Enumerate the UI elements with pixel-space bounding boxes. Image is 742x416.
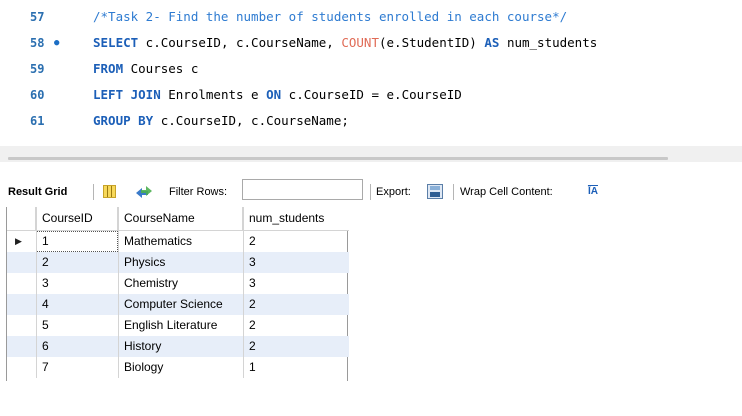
toolbar-divider: [93, 184, 94, 200]
table-cell[interactable]: 2: [42, 252, 49, 273]
table-cell[interactable]: 3: [42, 273, 49, 294]
sql-editor[interactable]: 57 /*Task 2- Find the number of students …: [0, 0, 742, 146]
line-number: 59: [30, 62, 45, 76]
column-divider: [243, 207, 244, 378]
line-number: 61: [30, 114, 45, 128]
sql-keyword: GROUP BY: [93, 113, 154, 128]
code-text: LEFT JOIN Enrolments e ON c.CourseID = e…: [93, 84, 462, 106]
code-text: /*Task 2- Find the number of students en…: [93, 6, 567, 28]
table-row[interactable]: 5 English Literature 2: [7, 315, 349, 336]
table-cell[interactable]: Computer Science: [124, 294, 223, 315]
sql-identifier: Enrolments e: [160, 87, 267, 102]
sql-comment: /*Task 2- Find the number of students en…: [93, 9, 568, 24]
focused-cell: [36, 231, 118, 252]
sql-identifier: c.CourseID = e.CourseID: [281, 87, 462, 102]
toolbar-divider: [370, 184, 371, 200]
sql-identifier: (e.StudentID): [379, 35, 485, 50]
table-cell[interactable]: English Literature: [124, 315, 217, 336]
table-cell[interactable]: Physics: [124, 252, 165, 273]
code-text: FROM Courses c: [93, 58, 198, 80]
line-number: 60: [30, 88, 45, 102]
table-cell[interactable]: 5: [42, 315, 49, 336]
result-toolbar: Result Grid Filter Rows: Export: Wrap Ce…: [0, 180, 742, 204]
table-cell[interactable]: 6: [42, 336, 49, 357]
table-cell[interactable]: 2: [249, 336, 256, 357]
table-row[interactable]: 2 Physics 3: [7, 252, 349, 273]
result-grid-tab[interactable]: Result Grid: [8, 180, 67, 204]
grid-layout-icon[interactable]: [103, 185, 116, 198]
table-cell[interactable]: 7: [42, 357, 49, 378]
sql-keyword: AS: [484, 35, 500, 50]
refresh-filter-icon[interactable]: [133, 184, 155, 200]
wrap-cell-icon[interactable]: ĪA: [588, 180, 598, 204]
table-row[interactable]: 3 Chemistry 3: [7, 273, 349, 294]
table-cell[interactable]: Biology: [124, 357, 163, 378]
table-cell[interactable]: Mathematics: [124, 231, 192, 252]
export-label: Export:: [376, 186, 411, 198]
row-pointer-icon: ▶: [15, 236, 22, 246]
grid-header: CourseID CourseName num_students: [7, 207, 349, 230]
line-number: 57: [30, 10, 45, 24]
table-cell[interactable]: 3: [249, 273, 256, 294]
table-cell[interactable]: History: [124, 336, 161, 357]
sql-identifier: c.CourseID, c.CourseName;: [153, 113, 349, 128]
table-row[interactable]: 4 Computer Science 2: [7, 294, 349, 315]
sql-identifier: c.CourseID, c.CourseName,: [138, 35, 342, 50]
table-cell[interactable]: Chemistry: [124, 273, 178, 294]
table-row[interactable]: 7 Biology 1: [7, 357, 349, 378]
sql-function: COUNT: [341, 35, 379, 50]
line-number: 58: [30, 36, 45, 50]
table-cell[interactable]: 2: [249, 294, 256, 315]
table-cell[interactable]: 3: [249, 252, 256, 273]
code-text: GROUP BY c.CourseID, c.CourseName;: [93, 110, 349, 132]
editor-scrollbar-thumb[interactable]: [8, 157, 668, 160]
filter-rows-input[interactable]: [242, 179, 363, 200]
result-grid-label: Result Grid: [8, 186, 68, 198]
code-text: SELECT c.CourseID, c.CourseName, COUNT(e…: [93, 32, 597, 54]
column-header[interactable]: CourseName: [118, 207, 243, 230]
sql-identifier: num_students: [499, 35, 598, 50]
toolbar-divider: [453, 184, 454, 200]
filter-rows-label: Filter Rows:: [169, 186, 228, 198]
grid-empty-area: [6, 381, 348, 416]
row-header-corner: [7, 207, 36, 230]
column-header[interactable]: CourseID: [36, 207, 118, 230]
table-cell[interactable]: 4: [42, 294, 49, 315]
result-grid[interactable]: CourseID CourseName num_students ▶ 1 Mathe…: [6, 207, 349, 381]
table-row[interactable]: 6 History 2: [7, 336, 349, 357]
sql-keyword: ON: [266, 87, 282, 102]
sql-keyword: FROM: [93, 61, 124, 76]
table-cell[interactable]: 1: [249, 357, 256, 378]
sql-keyword: SELECT: [93, 35, 139, 50]
column-divider: [118, 207, 119, 378]
wrap-cell-label: Wrap Cell Content:: [460, 186, 553, 198]
table-cell[interactable]: 2: [249, 231, 256, 252]
sql-keyword: LEFT JOIN: [93, 87, 161, 102]
breakpoint-dot-icon[interactable]: ●: [54, 32, 59, 54]
sql-identifier: Courses c: [123, 61, 199, 76]
column-divider: [36, 207, 37, 378]
column-header[interactable]: num_students: [243, 207, 349, 230]
export-icon[interactable]: [427, 184, 443, 199]
table-cell[interactable]: 2: [249, 315, 256, 336]
